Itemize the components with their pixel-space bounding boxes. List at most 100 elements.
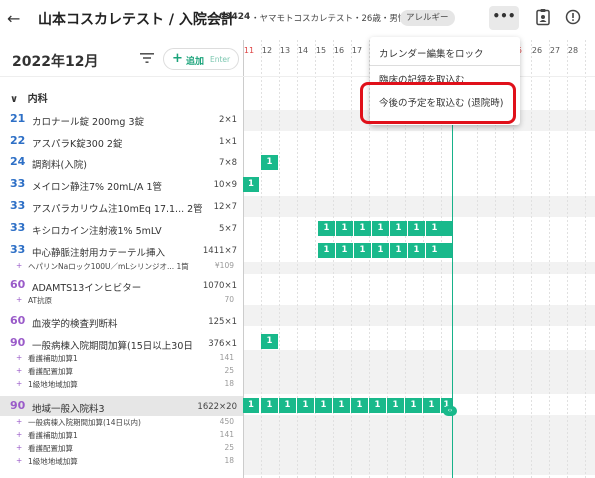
item-name: 血液学的検査判断料 [32, 319, 118, 330]
calendar-cell[interactable]: 1 [426, 221, 443, 236]
sub-item-name: 看護配置加算 [28, 444, 73, 453]
calendar-cell[interactable]: 1 [408, 243, 425, 258]
sub-item-value: 141 [219, 353, 234, 362]
chevron-down-icon: ∨ [10, 94, 19, 105]
calendar-cell[interactable]: 1 [354, 243, 371, 258]
item-name: ADAMTS13インヒビター [32, 283, 142, 294]
item-name: 調剤料(入院) [32, 160, 87, 171]
calendar-cell[interactable]: 1 [261, 155, 278, 170]
calendar-cell[interactable]: 1 [426, 243, 443, 258]
item-code: 33 [10, 199, 26, 212]
month-label: 2022年12月 [12, 54, 99, 70]
calendar-cell[interactable]: 1 [336, 221, 353, 236]
calendar-cell[interactable]: 1 [243, 177, 259, 192]
item-name: キシロカイン注射液1% 5mLV [32, 226, 162, 237]
allergy-badge[interactable]: アレルギー [400, 10, 455, 26]
item-code: 33 [10, 243, 26, 256]
item-code: 90 [10, 399, 26, 412]
calendar-cell-edge[interactable] [443, 243, 452, 258]
item-name: カロナール錠 200mg 3錠 [32, 117, 145, 128]
calendar-cell[interactable]: 1 [318, 243, 335, 258]
plus-icon: + [16, 379, 23, 388]
calendar-cell[interactable]: 1 [423, 398, 440, 413]
add-button-label: 追加 [186, 57, 205, 67]
item-code: 24 [10, 155, 26, 168]
calendar-cell[interactable]: 1 [261, 334, 278, 349]
more-menu-button[interactable]: ••• [489, 6, 519, 30]
item-qty: 1622×20 [197, 402, 237, 412]
filter-icon[interactable] [140, 52, 154, 64]
calendar-cell[interactable]: 1 [315, 398, 332, 413]
item-code: 90 [10, 336, 26, 349]
day-header: 14 [297, 46, 309, 55]
day-header: 12 [261, 46, 273, 55]
screen: ← 山本コスカレテスト / 入院会計 03424 ・ヤマモトコスカレテスト・26… [0, 0, 595, 478]
item-qty: 10×9 [213, 180, 237, 190]
patient-id: 03424 [219, 12, 251, 22]
menu-item-lock-calendar[interactable]: カレンダー編集をロック [379, 46, 484, 60]
calendar-cell[interactable]: 1 [351, 398, 368, 413]
calendar-cell[interactable]: 1 [354, 221, 371, 236]
row-shade [243, 415, 595, 475]
day-header: 16 [333, 46, 345, 55]
day-header: 17 [351, 46, 363, 55]
calendar-cell[interactable]: 1 [279, 398, 296, 413]
sub-item-value: 18 [224, 379, 234, 388]
calendar-cell[interactable]: 1 [408, 221, 425, 236]
day-header: 28 [567, 46, 579, 55]
item-name: メイロン静注7% 20mL/A 1管 [32, 182, 162, 193]
day-gridline [585, 40, 586, 478]
add-button[interactable]: + 追加 Enter [163, 48, 239, 70]
section-naika[interactable]: ∨ 内科 [10, 90, 48, 105]
day-gridline [531, 40, 532, 478]
sub-item-name: 一般病棟入院期間加算(14日以内) [28, 418, 141, 427]
back-arrow-icon[interactable]: ← [7, 9, 20, 28]
item-code: 33 [10, 221, 26, 234]
calendar-cell[interactable]: 1 [369, 398, 386, 413]
calendar-cell[interactable]: 1 [387, 398, 404, 413]
plus-icon: + [16, 295, 23, 304]
sub-item-value: ¥109 [214, 261, 234, 270]
sub-item-name: ヘパリンNaロック100U／mLシリンジオ... 1筒 [28, 262, 189, 271]
calendar-cell[interactable]: 1 [390, 221, 407, 236]
day-header: 27 [549, 46, 561, 55]
plus-icon: + [172, 51, 183, 66]
item-name: アスパラK錠300 2錠 [32, 139, 123, 150]
sub-item-name: 1級地地域加算 [28, 457, 78, 466]
sub-item-name: 1級地地域加算 [28, 380, 78, 389]
calendar-cell[interactable]: 1 [405, 398, 422, 413]
sub-item-value: 18 [224, 456, 234, 465]
calendar-cell-edge[interactable] [443, 221, 452, 236]
calendar-cell[interactable]: 1 [372, 221, 389, 236]
calendar-cell[interactable]: 1 [333, 398, 350, 413]
item-qty: 125×1 [208, 317, 237, 327]
item-code: 33 [10, 177, 26, 190]
plus-icon: + [16, 353, 23, 362]
item-qty: 1411×7 [202, 246, 237, 256]
item-qty: 12×7 [213, 202, 237, 212]
calendar-cell[interactable]: 1 [297, 398, 314, 413]
row-shade [243, 350, 595, 394]
plus-icon: + [16, 366, 23, 375]
item-code: 22 [10, 134, 26, 147]
alert-circle-icon[interactable] [564, 8, 582, 26]
calendar-cell[interactable]: 1 [243, 398, 259, 413]
item-qty: 376×1 [208, 339, 237, 349]
sub-item-value: 70 [224, 295, 234, 304]
item-qty: 1070×1 [202, 281, 237, 291]
item-code: 60 [10, 314, 26, 327]
calendar-cell[interactable]: 1 [336, 243, 353, 258]
sub-item-value: 450 [219, 417, 234, 426]
row-shade [243, 305, 595, 326]
calendar-cell[interactable]: 1 [261, 398, 278, 413]
resize-handle-icon[interactable]: ‹› [443, 406, 457, 416]
calendar-cell[interactable]: 1 [390, 243, 407, 258]
clipboard-icon[interactable] [534, 8, 552, 26]
plus-icon: + [16, 443, 23, 452]
plus-icon: + [16, 417, 23, 426]
app-header: ← 山本コスカレテスト / 入院会計 03424 ・ヤマモトコスカレテスト・26… [0, 0, 595, 38]
calendar-cell[interactable]: 1 [318, 221, 335, 236]
item-code: 21 [10, 112, 26, 125]
calendar-cell[interactable]: 1 [372, 243, 389, 258]
add-button-shortcut: Enter [210, 55, 231, 64]
